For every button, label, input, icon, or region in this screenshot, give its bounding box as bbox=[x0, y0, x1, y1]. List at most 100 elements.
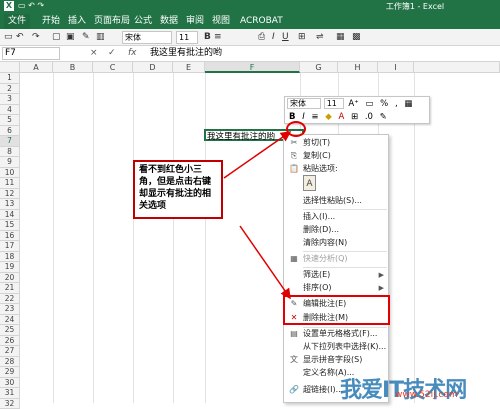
menu-separator bbox=[303, 209, 387, 210]
column-header-d[interactable]: D bbox=[133, 62, 173, 73]
row-header-23[interactable]: 23 bbox=[0, 304, 20, 315]
font-size-box[interactable]: 11 bbox=[176, 31, 198, 44]
row-header-32[interactable]: 32 bbox=[0, 399, 20, 409]
tab-page-layout[interactable]: 页面布局 bbox=[90, 14, 134, 29]
row-header-28[interactable]: 28 bbox=[0, 357, 20, 368]
format-painter-icon[interactable]: ▥ bbox=[96, 31, 105, 44]
tab-view[interactable]: 视图 bbox=[208, 14, 234, 29]
increase-font-icon[interactable]: A⁺ bbox=[348, 98, 358, 111]
column-header-h[interactable]: H bbox=[338, 62, 378, 73]
row-header-22[interactable]: 22 bbox=[0, 294, 20, 305]
underline-button[interactable]: U bbox=[282, 31, 289, 44]
column-header-b[interactable]: B bbox=[53, 62, 93, 73]
row-header-14[interactable]: 14 bbox=[0, 210, 20, 221]
column-header-a[interactable]: A bbox=[20, 62, 53, 73]
row-header-2[interactable]: 2 bbox=[0, 84, 20, 95]
row-header-6[interactable]: 6 bbox=[0, 126, 20, 137]
tab-acrobat[interactable]: ACROBAT bbox=[236, 14, 287, 29]
redo-icon[interactable]: ↷ bbox=[32, 31, 40, 44]
tab-formulas[interactable]: 公式 bbox=[130, 14, 156, 29]
tab-data[interactable]: 数据 bbox=[156, 14, 182, 29]
row-header-5[interactable]: 5 bbox=[0, 115, 20, 126]
menu-item-copy[interactable]: ⎘复制(C) bbox=[284, 150, 388, 162]
bold-button[interactable]: B bbox=[204, 31, 211, 44]
fx-icon[interactable]: fx bbox=[128, 47, 137, 60]
confirm-icon[interactable]: ✓ bbox=[108, 47, 116, 60]
menu-item-filter[interactable]: 筛选(E)▶ bbox=[284, 269, 388, 281]
border-icon[interactable]: ▦ bbox=[336, 31, 345, 44]
align-center-icon[interactable]: ≡ bbox=[311, 111, 318, 124]
row-header-9[interactable]: 9 bbox=[0, 157, 20, 168]
row-header-21[interactable]: 21 bbox=[0, 283, 20, 294]
undo-icon[interactable]: ↶ bbox=[16, 31, 24, 44]
print-icon[interactable]: ⎙ bbox=[258, 31, 265, 44]
comma-icon[interactable]: , bbox=[395, 98, 398, 111]
menu-item-show-phonetic[interactable]: 文显示拼音字段(S) bbox=[284, 354, 388, 366]
tab-home[interactable]: 开始 bbox=[38, 14, 64, 29]
row-header-19[interactable]: 19 bbox=[0, 262, 20, 273]
decimal-icon[interactable]: .0 bbox=[365, 111, 373, 124]
italic-button[interactable]: I bbox=[272, 31, 275, 44]
row-header-24[interactable]: 24 bbox=[0, 315, 20, 326]
row-header-7[interactable]: 7 bbox=[0, 136, 20, 147]
font-name-box[interactable]: 宋体 bbox=[122, 31, 172, 44]
border-icon[interactable]: ⊞ bbox=[351, 111, 358, 124]
select-all-corner[interactable] bbox=[0, 62, 20, 73]
menu-item-insert[interactable]: 插入(I)... bbox=[284, 211, 388, 223]
row-header-20[interactable]: 20 bbox=[0, 273, 20, 284]
name-box[interactable]: F7 bbox=[2, 47, 60, 60]
table-icon[interactable]: ▦ bbox=[404, 98, 412, 111]
new-icon[interactable]: ▢ bbox=[52, 31, 61, 44]
menu-item-sort[interactable]: 排序(O)▶ bbox=[284, 282, 388, 294]
row-header-12[interactable]: 12 bbox=[0, 189, 20, 200]
percent-icon[interactable]: % bbox=[380, 98, 388, 111]
column-header-e[interactable]: E bbox=[173, 62, 205, 73]
menu-item-format-cells[interactable]: ▤设置单元格格式(F)... bbox=[284, 328, 388, 340]
tab-file[interactable]: 文件 bbox=[4, 14, 30, 29]
row-header-10[interactable]: 10 bbox=[0, 168, 20, 179]
format-painter-icon[interactable]: ✎ bbox=[380, 111, 387, 124]
row-header-27[interactable]: 27 bbox=[0, 346, 20, 357]
open-icon[interactable]: ▣ bbox=[66, 31, 75, 44]
mini-font-name-box[interactable]: 宋体 bbox=[287, 98, 321, 109]
row-header-1[interactable]: 1 bbox=[0, 73, 20, 84]
column-header-g[interactable]: G bbox=[300, 62, 338, 73]
wrap-icon[interactable]: ⇌ bbox=[316, 31, 324, 44]
row-header-25[interactable]: 25 bbox=[0, 325, 20, 336]
cancel-icon[interactable]: × bbox=[90, 47, 98, 60]
row-header-29[interactable]: 29 bbox=[0, 367, 20, 378]
font-color-icon[interactable]: A bbox=[338, 111, 344, 124]
row-header-17[interactable]: 17 bbox=[0, 241, 20, 252]
row-header-11[interactable]: 11 bbox=[0, 178, 20, 189]
mini-font-size-box[interactable]: 11 bbox=[324, 98, 344, 109]
menu-item-paste-special[interactable]: 选择性粘贴(S)... bbox=[284, 195, 388, 207]
tab-insert[interactable]: 插入 bbox=[64, 14, 90, 29]
fill-icon[interactable]: ▩ bbox=[352, 31, 361, 44]
menu-item-cut[interactable]: ✂剪切(T) bbox=[284, 137, 388, 149]
row-header-8[interactable]: 8 bbox=[0, 147, 20, 158]
row-header-18[interactable]: 18 bbox=[0, 252, 20, 263]
fill-color-icon[interactable]: ◆ bbox=[325, 111, 332, 124]
row-header-4[interactable]: 4 bbox=[0, 105, 20, 116]
column-header-c[interactable]: C bbox=[93, 62, 133, 73]
formula-input[interactable]: 我这里有批注的哟 bbox=[150, 47, 222, 60]
row-header-30[interactable]: 30 bbox=[0, 378, 20, 389]
save-icon[interactable]: ▭ bbox=[4, 31, 13, 44]
column-header-i[interactable]: I bbox=[378, 62, 414, 73]
row-header-3[interactable]: 3 bbox=[0, 94, 20, 105]
brush-icon[interactable]: ✎ bbox=[82, 31, 90, 44]
menu-item-delete[interactable]: 删除(D)... bbox=[284, 224, 388, 236]
row-header-26[interactable]: 26 bbox=[0, 336, 20, 347]
tab-review[interactable]: 审阅 bbox=[182, 14, 208, 29]
paste-option-button[interactable]: A bbox=[303, 175, 316, 191]
row-header-31[interactable]: 31 bbox=[0, 388, 20, 399]
merge-icon[interactable]: ⊞ bbox=[298, 31, 306, 44]
menu-item-clear-contents[interactable]: 清除内容(N) bbox=[284, 237, 388, 249]
row-header-13[interactable]: 13 bbox=[0, 199, 20, 210]
align-icon[interactable]: ≡ bbox=[214, 31, 222, 44]
column-header-f[interactable]: F bbox=[205, 62, 300, 73]
accounting-format-icon[interactable]: ▭ bbox=[365, 98, 373, 111]
row-header-16[interactable]: 16 bbox=[0, 231, 20, 242]
row-header-15[interactable]: 15 bbox=[0, 220, 20, 231]
menu-item-pick-from-list[interactable]: 从下拉列表中选择(K)... bbox=[284, 341, 388, 353]
